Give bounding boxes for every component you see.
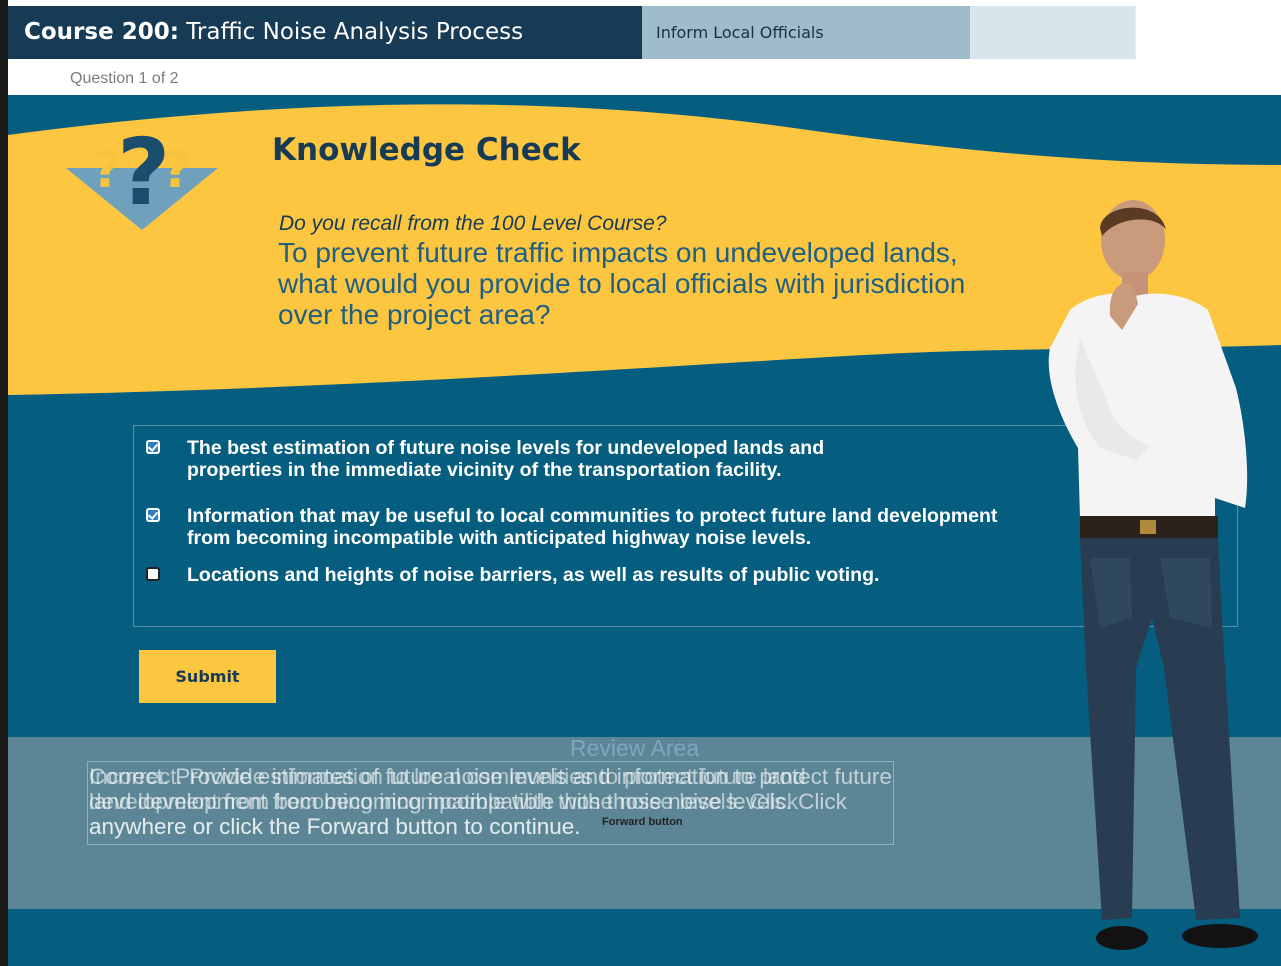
checkbox-checked-icon[interactable] <box>146 508 160 522</box>
top-bar: Course 200: Traffic Noise Analysis Proce… <box>8 6 1281 59</box>
feedback-incorrect: Incorrect. Provide information to local … <box>89 764 806 839</box>
option-1-text: The best estimation of future noise leve… <box>187 437 825 481</box>
svg-text:?: ? <box>117 119 170 226</box>
review-area-label: Review Area <box>570 735 700 761</box>
tab-empty-1[interactable] <box>970 6 1135 59</box>
tab-inform-local-officials[interactable]: Inform Local Officials <box>642 6 970 59</box>
tab-empty-2[interactable] <box>1135 6 1281 59</box>
checkbox-unchecked-icon[interactable] <box>146 567 160 581</box>
option-3-text: Locations and heights of noise barriers,… <box>187 564 880 586</box>
question-marks-icon: ? ? ? <box>66 119 218 230</box>
submit-button[interactable]: Submit <box>139 650 276 703</box>
option-2-text: Information that may be useful to local … <box>187 505 998 549</box>
course-number: Course 200: <box>24 19 179 45</box>
option-2[interactable]: Information that may be useful to local … <box>146 505 1026 549</box>
left-border <box>0 0 8 966</box>
option-3[interactable]: Locations and heights of noise barriers,… <box>146 564 1046 586</box>
forward-caption: Forward button <box>602 816 683 828</box>
recall-prompt: Do you recall from the 100 Level Course? <box>279 212 667 235</box>
man-thinking-image <box>1048 200 1258 950</box>
checkbox-checked-icon[interactable] <box>146 440 160 454</box>
option-1[interactable]: The best estimation of future noise leve… <box>146 437 906 481</box>
course-title: Course 200: Traffic Noise Analysis Proce… <box>8 6 642 59</box>
question-text: To prevent future traffic impacts on und… <box>278 237 966 330</box>
question-counter: Question 1 of 2 <box>70 70 179 87</box>
knowledge-check-title: Knowledge Check <box>272 132 581 168</box>
course-name: Traffic Noise Analysis Process <box>186 19 524 45</box>
